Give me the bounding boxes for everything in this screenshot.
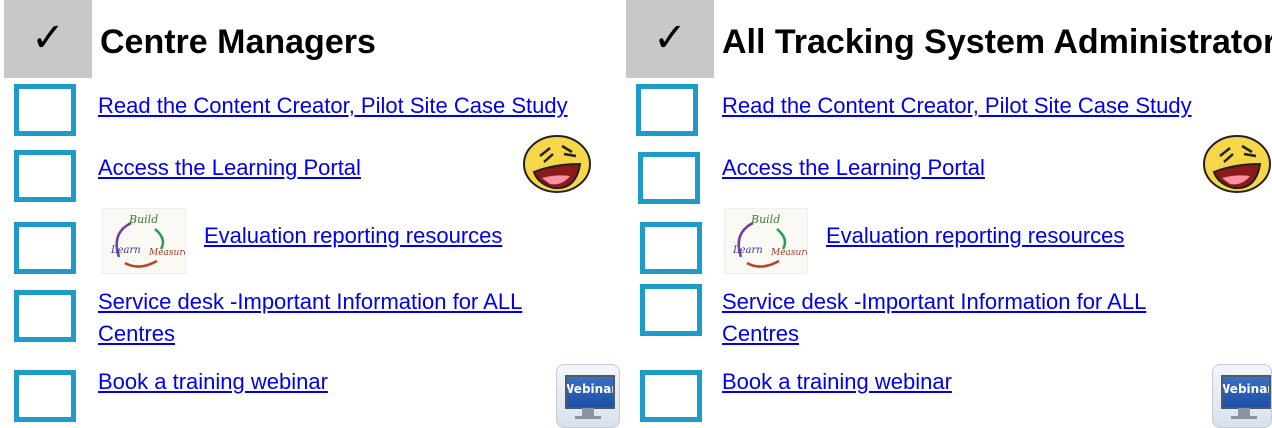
svg-text:Measure: Measure (148, 248, 185, 258)
checkbox-icon[interactable] (640, 284, 702, 336)
link-service-desk[interactable]: Service desk -Important Information for … (722, 286, 1222, 350)
checkbox-icon[interactable] (14, 150, 76, 202)
checkbox-icon[interactable] (640, 222, 702, 274)
webinar-monitor-icon[interactable]: Webinar (1212, 364, 1272, 428)
svg-text:Build: Build (128, 213, 158, 226)
svg-text:Learn: Learn (110, 245, 141, 256)
checkbox-icon[interactable] (14, 84, 76, 136)
webinar-monitor-icon[interactable]: Webinar (556, 364, 620, 428)
link-evaluation-resources[interactable]: Evaluation reporting resources (826, 220, 1124, 252)
link-evaluation-resources[interactable]: Evaluation reporting resources (204, 220, 502, 252)
checkbox-icon[interactable] (636, 84, 698, 136)
checkbox-icon[interactable] (638, 152, 700, 204)
link-learning-portal[interactable]: Access the Learning Portal (722, 152, 985, 184)
checkbox-icon[interactable] (640, 370, 702, 422)
link-service-desk[interactable]: Service desk -Important Information for … (98, 286, 598, 350)
link-training-webinar[interactable]: Book a training webinar (722, 366, 952, 398)
build-measure-learn-image: Build Learn Measure (102, 208, 189, 274)
checkmark-icon: ✓ (31, 15, 65, 61)
link-case-study[interactable]: Read the Content Creator, Pilot Site Cas… (722, 90, 1192, 122)
header-check-box: ✓ (4, 0, 92, 78)
link-training-webinar[interactable]: Book a training webinar (98, 366, 328, 398)
link-learning-portal[interactable]: Access the Learning Portal (98, 152, 361, 184)
laughing-emoji-icon (1203, 135, 1271, 193)
svg-text:Build: Build (750, 213, 780, 226)
panel-title: All Tracking System Administrators (722, 23, 1272, 61)
svg-text:Learn: Learn (732, 245, 763, 256)
link-case-study[interactable]: Read the Content Creator, Pilot Site Cas… (98, 90, 568, 122)
build-measure-learn-image: Build Learn Measure (724, 208, 811, 274)
checkmark-icon: ✓ (653, 15, 687, 61)
header-check-box: ✓ (626, 0, 714, 78)
panel-title: Centre Managers (100, 23, 376, 61)
panel-tracking-system-administrators: ✓ All Tracking System Administrators Rea… (626, 0, 1272, 428)
panel-centre-managers: ✓ Centre Managers Read the Content Creat… (0, 0, 620, 428)
laughing-emoji-icon (523, 135, 591, 193)
checkbox-icon[interactable] (14, 290, 76, 342)
svg-text:Measure: Measure (770, 248, 807, 258)
checkbox-icon[interactable] (14, 370, 76, 422)
checkbox-icon[interactable] (14, 222, 76, 274)
